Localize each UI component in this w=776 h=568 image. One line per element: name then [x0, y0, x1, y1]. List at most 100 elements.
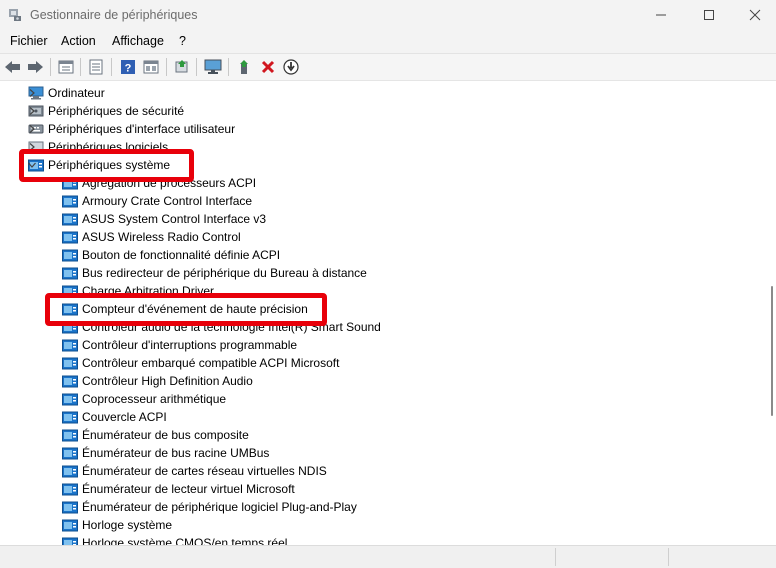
system-device-icon: [62, 411, 78, 424]
system-device-icon: [62, 393, 78, 406]
tree-item-label: Coprocesseur arithmétique: [82, 392, 227, 406]
tree-item-label: Périphériques de sécurité: [48, 104, 185, 118]
update-driver-button[interactable]: [281, 57, 301, 77]
list-view-icon: [89, 59, 103, 75]
tree-item-label: Périphériques logiciels: [48, 140, 169, 154]
tree-item-label: ASUS System Control Interface v3: [82, 212, 267, 226]
tree-device-item[interactable]: Coprocesseur arithmétique: [62, 390, 226, 408]
tree-category-logiciels[interactable]: Périphériques logiciels: [28, 138, 168, 156]
chevron-right-icon[interactable]: [27, 124, 37, 134]
system-device-icon: [62, 375, 78, 388]
system-device-icon: [62, 177, 78, 190]
help-button[interactable]: ?: [118, 57, 138, 77]
window-title: Gestionnaire de périphériques: [30, 8, 198, 22]
tree-item-label: Contrôleur audio de la technologie Intel…: [82, 320, 381, 334]
system-device-icon: [62, 231, 78, 244]
menu-fichier[interactable]: Fichier: [10, 34, 48, 48]
uninstall-button[interactable]: [258, 57, 278, 77]
tree-device-item[interactable]: Compteur d'événement de haute précision: [62, 300, 308, 318]
status-bar: [0, 545, 776, 568]
system-device-icon: [62, 303, 78, 316]
tree-device-item[interactable]: Bouton de fonctionnalité définie ACPI: [62, 246, 280, 264]
tree-item-label: Ordinateur: [48, 86, 105, 100]
system-device-icon: [62, 285, 78, 298]
tree-category-systeme[interactable]: Périphériques système: [28, 156, 170, 174]
minimize-button[interactable]: [638, 0, 684, 30]
system-device-icon: [62, 501, 78, 514]
tree-device-item[interactable]: Horloge système: [62, 516, 172, 534]
tree-item-label: Horloge système: [82, 518, 173, 532]
forward-arrow-icon: [28, 61, 43, 73]
tree-item-label: Charge Arbitration Driver: [82, 284, 215, 298]
help-icon: ?: [121, 60, 135, 75]
back-button[interactable]: [3, 57, 23, 77]
uninstall-icon: [261, 60, 275, 74]
tree-device-item[interactable]: Contrôleur audio de la technologie Intel…: [62, 318, 381, 336]
properties-button[interactable]: [56, 57, 76, 77]
tree-device-item[interactable]: Contrôleur embarqué compatible ACPI Micr…: [62, 354, 339, 372]
system-device-icon: [62, 483, 78, 496]
system-device-icon: [62, 213, 78, 226]
title-bar: Gestionnaire de périphériques: [0, 0, 776, 30]
tree-device-item[interactable]: Énumérateur de lecteur virtuel Microsoft: [62, 480, 295, 498]
system-device-icon: [62, 519, 78, 532]
chevron-right-icon[interactable]: [27, 142, 37, 152]
system-device-icon: [62, 339, 78, 352]
tree-device-item[interactable]: Contrôleur High Definition Audio: [62, 372, 253, 390]
system-device-icon: [62, 267, 78, 280]
device-tree[interactable]: Ordinateur Périphériques de sécurité Pér…: [0, 80, 776, 546]
tree-item-label: Contrôleur High Definition Audio: [82, 374, 253, 388]
svg-text:?: ?: [125, 63, 132, 75]
resource-view-button[interactable]: [141, 57, 161, 77]
tree-device-item[interactable]: Énumérateur de bus racine UMBus: [62, 444, 269, 462]
tree-item-label: Énumérateur de lecteur virtuel Microsoft: [82, 482, 295, 496]
monitor-icon: [204, 59, 222, 74]
tree-device-item[interactable]: Énumérateur de bus composite: [62, 426, 249, 444]
tree-item-label: Agrégation de processeurs ACPI: [82, 176, 257, 190]
system-device-icon: [62, 195, 78, 208]
tree-device-item[interactable]: Bus redirecteur de périphérique du Burea…: [62, 264, 367, 282]
tree-item-label: Couvercle ACPI: [82, 410, 167, 424]
scan-hardware-button[interactable]: [203, 57, 223, 77]
chevron-right-icon[interactable]: [27, 106, 37, 116]
tree-device-item[interactable]: Énumérateur de périphérique logiciel Plu…: [62, 498, 357, 516]
menu-action[interactable]: Action: [61, 34, 96, 48]
tree-device-item[interactable]: Armoury Crate Control Interface: [62, 192, 252, 210]
tree-item-label: ASUS Wireless Radio Control: [82, 230, 241, 244]
tree-category-ordinateur[interactable]: Ordinateur: [28, 84, 105, 102]
close-button[interactable]: [732, 0, 776, 30]
export-icon: [175, 60, 188, 73]
maximize-icon: [704, 10, 714, 20]
tree-item-label: Compteur d'événement de haute précision: [82, 302, 308, 316]
system-device-icon: [62, 321, 78, 334]
tree-item-label: Bus redirecteur de périphérique du Burea…: [82, 266, 367, 280]
tree-device-item[interactable]: Contrôleur d'interruptions programmable: [62, 336, 297, 354]
forward-button[interactable]: [25, 57, 45, 77]
back-arrow-icon: [5, 61, 20, 73]
tree-item-label: Énumérateur de périphérique logiciel Plu…: [82, 500, 357, 514]
tree-item-label: Énumérateur de bus composite: [82, 428, 249, 442]
tree-category-securite[interactable]: Périphériques de sécurité: [28, 102, 184, 120]
tree-item-label: Bouton de fonctionnalité définie ACPI: [82, 248, 281, 262]
tree-device-item[interactable]: Charge Arbitration Driver: [62, 282, 214, 300]
export-button[interactable]: [172, 57, 192, 77]
tree-item-label: Énumérateur de cartes réseau virtuelles …: [82, 464, 327, 478]
menu-affichage[interactable]: Affichage: [112, 34, 164, 48]
add-driver-button[interactable]: [235, 57, 255, 77]
tree-device-item[interactable]: Énumérateur de cartes réseau virtuelles …: [62, 462, 327, 480]
maximize-button[interactable]: [686, 0, 732, 30]
chevron-down-icon[interactable]: [27, 160, 37, 170]
tree-category-interface-utilisateur[interactable]: Périphériques d'interface utilisateur: [28, 120, 235, 138]
tree-item-label: Périphériques d'interface utilisateur: [48, 122, 236, 136]
tree-device-item[interactable]: Agrégation de processeurs ACPI: [62, 174, 256, 192]
chevron-right-icon[interactable]: [27, 88, 37, 98]
menu-bar: Fichier Action Affichage ?: [0, 30, 776, 52]
add-driver-icon: [240, 60, 248, 74]
tree-device-item[interactable]: Couvercle ACPI: [62, 408, 167, 426]
vertical-scrollbar[interactable]: [771, 286, 773, 416]
resource-view-icon: [143, 60, 159, 74]
tree-device-item[interactable]: ASUS Wireless Radio Control: [62, 228, 241, 246]
menu-help[interactable]: ?: [179, 34, 186, 48]
tree-device-item[interactable]: ASUS System Control Interface v3: [62, 210, 266, 228]
list-view-button[interactable]: [86, 57, 106, 77]
